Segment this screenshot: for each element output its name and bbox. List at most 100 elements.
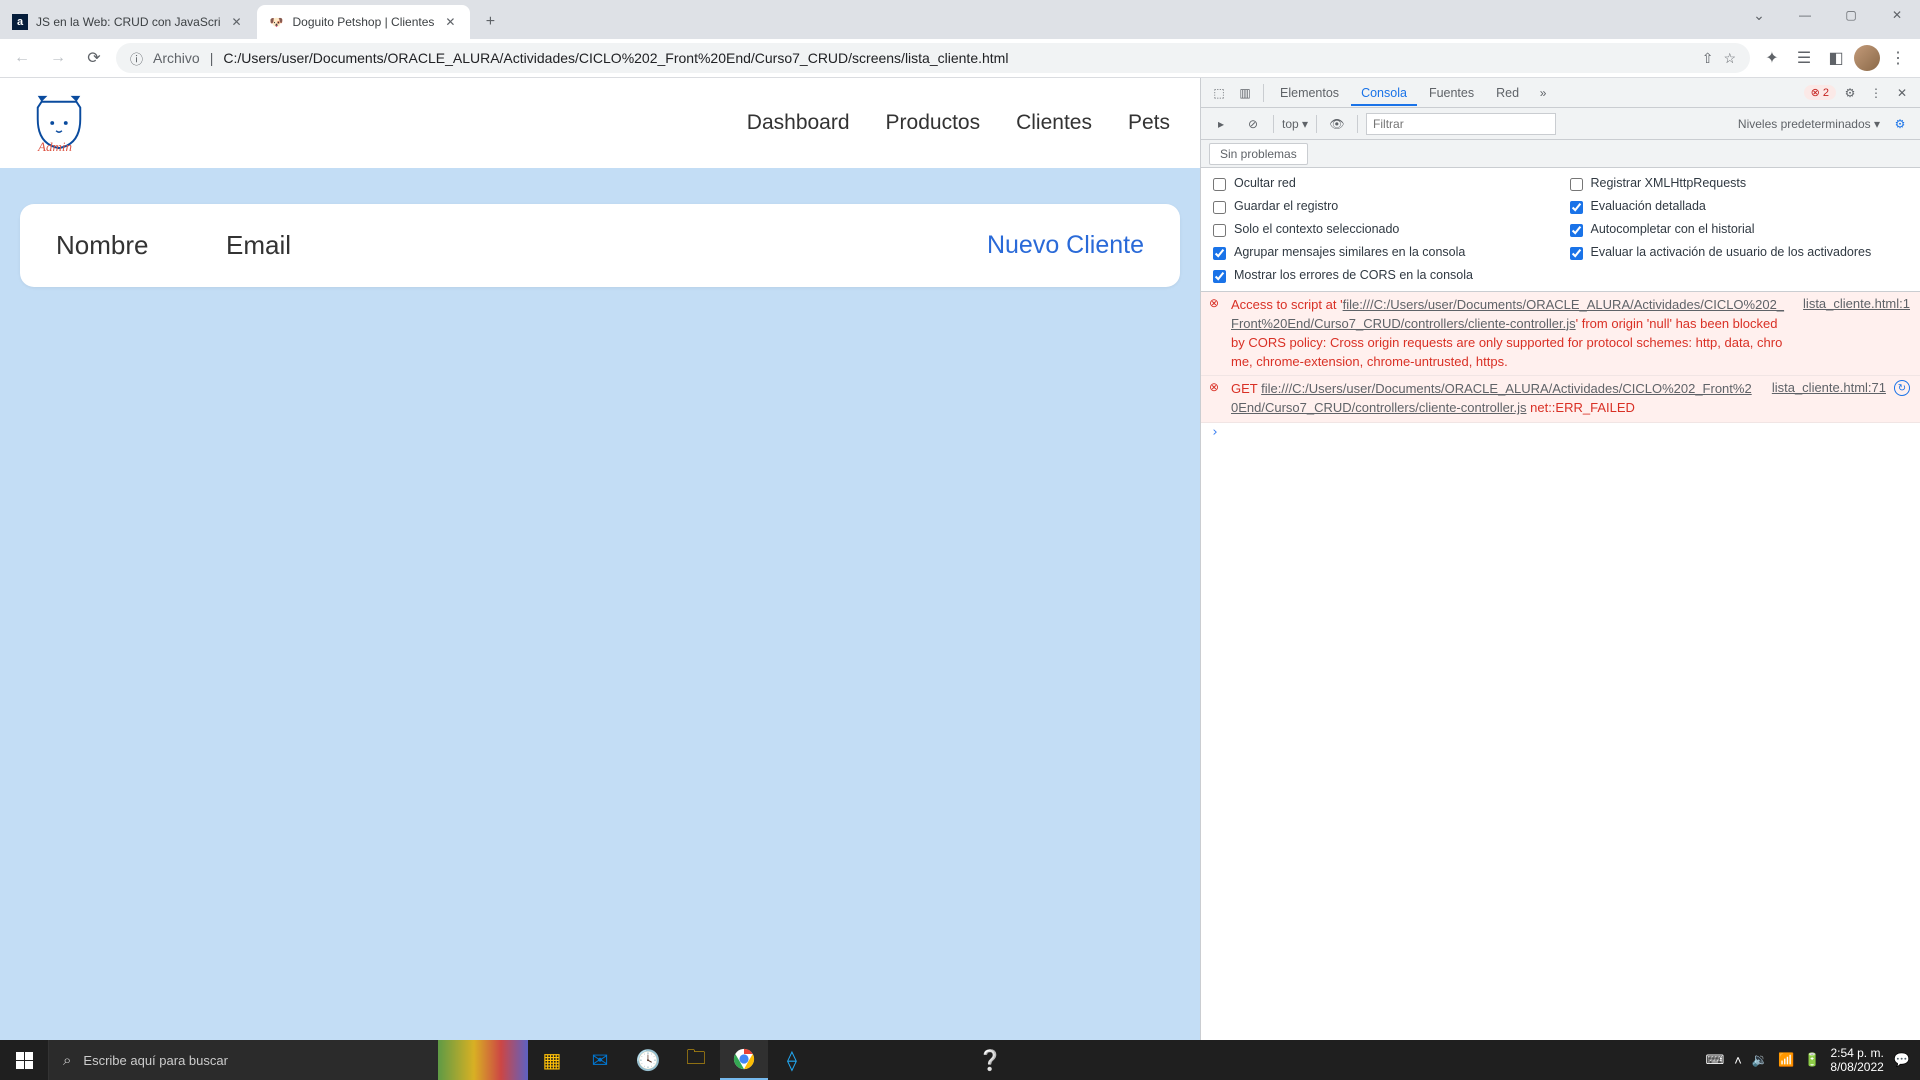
extensions-icon[interactable]: ✦ <box>1758 44 1786 72</box>
reading-list-icon[interactable]: ☰ <box>1790 44 1818 72</box>
chk-registrar-xhr[interactable]: Registrar XMLHttpRequests <box>1570 176 1909 191</box>
favicon-alura: a <box>12 14 28 30</box>
battery-icon[interactable]: 🔋 <box>1804 1052 1820 1068</box>
news-widget[interactable] <box>438 1040 528 1080</box>
chk-agrupar[interactable]: Agrupar mensajes similares en la consola <box>1213 245 1552 260</box>
error-source[interactable]: lista_cliente.html:71 <box>1772 380 1886 418</box>
app-chrome[interactable] <box>720 1040 768 1080</box>
new-client-link[interactable]: Nuevo Cliente <box>987 231 1144 260</box>
chk-autocompletar[interactable]: Autocompletar con el historial <box>1570 222 1909 237</box>
error-icon: ⊗ <box>1209 380 1223 418</box>
inspect-icon[interactable]: ⬚ <box>1207 81 1231 105</box>
close-icon[interactable]: ✕ <box>229 14 245 30</box>
taskbar-search[interactable]: ⌕ Escribe aquí para buscar <box>48 1040 438 1080</box>
chk-solo-contexto[interactable]: Solo el contexto seleccionado <box>1213 222 1552 237</box>
url-field[interactable]: ⓘ Archivo | C:/Users/user/Documents/ORAC… <box>116 43 1750 73</box>
tab-fuentes[interactable]: Fuentes <box>1419 80 1484 106</box>
app-explorer[interactable]: 🗀 <box>672 1040 720 1080</box>
tab-elementos[interactable]: Elementos <box>1270 80 1349 106</box>
menu-icon[interactable]: ⋮ <box>1884 44 1912 72</box>
reload-button[interactable]: ⟳ <box>80 44 108 72</box>
logo: Admin <box>30 93 88 153</box>
nav-dashboard[interactable]: Dashboard <box>747 111 850 135</box>
window-controls: ⌄ — ▢ ✕ <box>1736 0 1920 30</box>
notifications-icon[interactable]: 💬 <box>1894 1052 1910 1068</box>
filter-input[interactable] <box>1366 113 1556 135</box>
maximize-button[interactable]: ▢ <box>1828 0 1874 30</box>
taskbar: ⌕ Escribe aquí para buscar ▦ ✉ 🕓 🗀 ⟠ ❔ ⌨… <box>0 1040 1920 1080</box>
device-toggle-icon[interactable]: ▥ <box>1233 81 1257 105</box>
search-icon: ⌕ <box>63 1052 71 1069</box>
log-levels[interactable]: Niveles predeterminados ▾ <box>1738 117 1880 131</box>
close-icon[interactable]: ✕ <box>442 14 458 30</box>
clients-card: Nombre Email Nuevo Cliente <box>20 204 1180 287</box>
clock[interactable]: 2:54 p. m. 8/08/2022 <box>1830 1046 1883 1075</box>
bookmark-icon[interactable]: ☆ <box>1723 50 1736 67</box>
chevron-up-icon[interactable]: ˄ <box>1734 1053 1742 1068</box>
chk-mostrar-cors[interactable]: Mostrar los errores de CORS en la consol… <box>1213 268 1552 283</box>
error-source[interactable]: lista_cliente.html:1 <box>1803 296 1910 371</box>
col-email: Email <box>226 230 291 261</box>
app-stickynotes[interactable]: ▦ <box>528 1040 576 1080</box>
chk-guardar-registro[interactable]: Guardar el registro <box>1213 199 1552 214</box>
nav-productos[interactable]: Productos <box>886 111 981 135</box>
info-icon[interactable]: ⓘ <box>130 49 143 68</box>
url-path: C:/Users/user/Documents/ORACLE_ALURA/Act… <box>223 50 1691 66</box>
page-header: Admin Dashboard Productos Clientes Pets <box>0 78 1200 168</box>
browser-tab-inactive[interactable]: a JS en la Web: CRUD con JavaScri ✕ <box>0 5 257 39</box>
more-tabs-icon[interactable]: » <box>1531 81 1555 105</box>
tab-consola[interactable]: Consola <box>1351 80 1417 106</box>
share-icon[interactable]: ⇧ <box>1702 50 1714 67</box>
profile-avatar[interactable] <box>1854 45 1880 71</box>
app-clock[interactable]: 🕓 <box>624 1040 672 1080</box>
side-panel-icon[interactable]: ◧ <box>1822 44 1850 72</box>
devtools-menu-icon[interactable]: ⋮ <box>1864 81 1888 105</box>
tab-title: JS en la Web: CRUD con JavaScri <box>36 15 221 29</box>
new-tab-button[interactable]: + <box>476 8 504 36</box>
context-selector[interactable]: top ▾ <box>1282 117 1308 131</box>
nav-clientes[interactable]: Clientes <box>1016 111 1092 135</box>
close-window-button[interactable]: ✕ <box>1874 0 1920 30</box>
address-bar: ← → ⟳ ⓘ Archivo | C:/Users/user/Document… <box>0 39 1920 78</box>
live-expression-icon[interactable]: 👁 <box>1325 112 1349 136</box>
no-issues-chip[interactable]: Sin problemas <box>1209 143 1308 165</box>
taskbar-apps: ▦ ✉ 🕓 🗀 ⟠ <box>528 1040 816 1080</box>
console-prompt[interactable]: › <box>1201 423 1920 442</box>
tab-red[interactable]: Red <box>1486 80 1529 106</box>
app-help[interactable]: ❔ <box>966 1040 1014 1080</box>
devtools-close-icon[interactable]: ✕ <box>1890 81 1914 105</box>
console-sidebar-icon[interactable]: ▸ <box>1209 112 1233 136</box>
settings-icon[interactable]: ⚙ <box>1838 81 1862 105</box>
volume-icon[interactable]: 🔉 <box>1752 1052 1768 1068</box>
app-vscode[interactable]: ⟠ <box>768 1040 816 1080</box>
url-scheme: Archivo <box>153 50 200 66</box>
error-icon: ⊗ <box>1209 296 1223 371</box>
start-button[interactable] <box>0 1040 48 1080</box>
console-error-2: ⊗ GET file:///C:/Users/user/Documents/OR… <box>1201 376 1920 423</box>
url-separator: | <box>210 50 214 66</box>
clear-console-icon[interactable]: ⊘ <box>1241 112 1265 136</box>
minimize-button[interactable]: — <box>1782 0 1828 30</box>
reload-icon[interactable]: ↻ <box>1894 380 1910 396</box>
console-settings-icon[interactable]: ⚙ <box>1888 112 1912 136</box>
devtools-panel: ⬚ ▥ Elementos Consola Fuentes Red » 2 ⚙ … <box>1200 78 1920 1040</box>
col-nombre: Nombre <box>56 230 226 261</box>
app-mail[interactable]: ✉ <box>576 1040 624 1080</box>
search-placeholder: Escribe aquí para buscar <box>83 1053 228 1068</box>
nav-pets[interactable]: Pets <box>1128 111 1170 135</box>
tab-search-icon[interactable]: ⌄ <box>1736 0 1782 30</box>
windows-icon <box>16 1052 33 1069</box>
chk-ocultar-red[interactable]: Ocultar red <box>1213 176 1552 191</box>
favicon-doguito: 🐶 <box>269 14 285 30</box>
console-output: ⊗ Access to script at 'file:///C:/Users/… <box>1201 292 1920 1040</box>
wifi-icon[interactable]: 📶 <box>1778 1052 1794 1068</box>
back-button[interactable]: ← <box>8 44 36 72</box>
error-badge[interactable]: 2 <box>1804 85 1836 100</box>
chk-evaluar-activacion[interactable]: Evaluar la activación de usuario de los … <box>1570 245 1909 260</box>
browser-tab-strip: a JS en la Web: CRUD con JavaScri ✕ 🐶 Do… <box>0 0 1920 39</box>
chk-eval-detallada[interactable]: Evaluación detallada <box>1570 199 1909 214</box>
logo-subtext: Admin <box>38 139 72 155</box>
keyboard-icon[interactable]: ⌨ <box>1706 1052 1725 1068</box>
browser-tab-active[interactable]: 🐶 Doguito Petshop | Clientes ✕ <box>257 5 471 39</box>
forward-button[interactable]: → <box>44 44 72 72</box>
